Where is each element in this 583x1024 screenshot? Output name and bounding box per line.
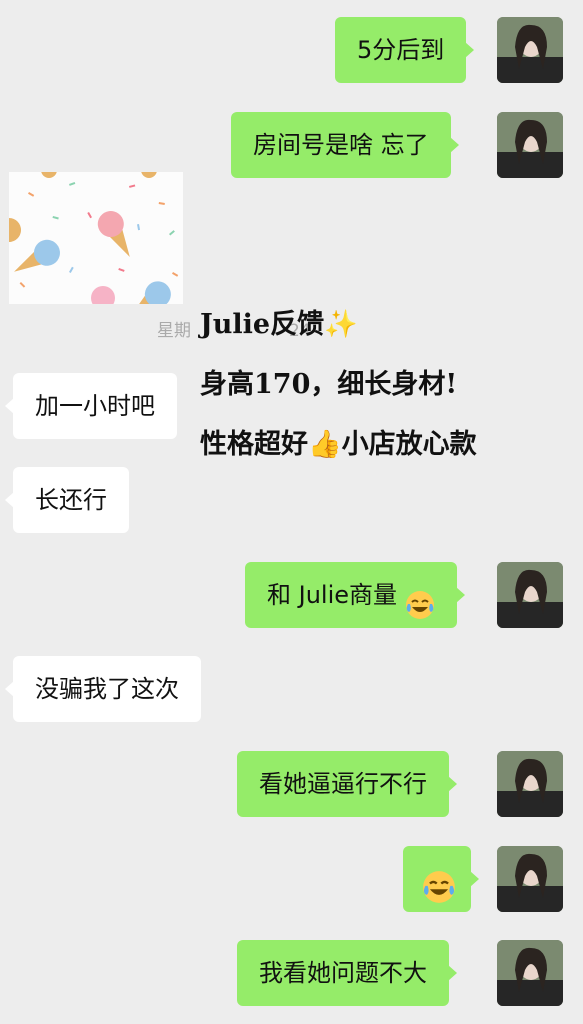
avatar[interactable] [497, 751, 563, 817]
avatar[interactable] [497, 562, 563, 628]
timestamp-text: 星期 [157, 321, 191, 341]
message-bubble-sent[interactable]: 5分后到 [335, 17, 475, 83]
chat-area[interactable]: 5分后到 房间号是啥 忘了 星期 24 加一小时吧 长还行 和 Julie商量 … [0, 0, 583, 1024]
message-bubble-received[interactable]: 没骗我了这次 [5, 656, 201, 722]
message-bubble-sent[interactable]: 和 Julie商量 [245, 562, 466, 628]
tears-of-joy-emoji [422, 863, 455, 903]
message-text: 和 Julie商量 [267, 581, 398, 609]
message-bubble-sent[interactable]: 看她逼逼行不行 [237, 751, 457, 817]
avatar[interactable] [497, 940, 563, 1006]
message-bubble-received[interactable]: 加一小时吧 [5, 373, 177, 439]
overlay-line-1: Julie反馈✨ [200, 309, 358, 340]
message-bubble-sent[interactable]: 我看她问题不大 [237, 940, 457, 1006]
ice-cream-sticker[interactable] [9, 172, 183, 304]
overlay-line-3: 性格超好👍小店放心款 [200, 429, 477, 460]
message-bubble-sent[interactable]: 房间号是啥 忘了 [231, 112, 459, 178]
message-bubble-sent[interactable] [403, 846, 479, 912]
avatar[interactable] [497, 17, 563, 83]
avatar[interactable] [497, 112, 563, 178]
tears-of-joy-emoji [405, 579, 435, 619]
overlay-line-2: 身高170，细长身材! [200, 369, 458, 400]
avatar[interactable] [497, 846, 563, 912]
message-bubble-received[interactable]: 长还行 [5, 467, 129, 533]
